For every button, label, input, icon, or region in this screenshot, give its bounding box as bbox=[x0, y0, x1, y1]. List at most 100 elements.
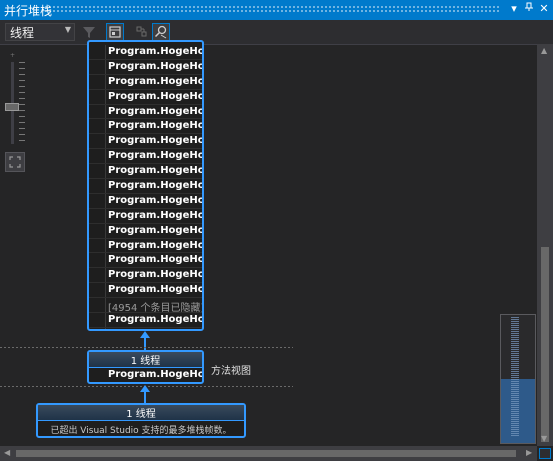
stack-frame-row[interactable]: Program.HogeHoge bbox=[89, 179, 202, 194]
stack-frame-row[interactable]: Program.HogeHoge bbox=[89, 119, 204, 135]
title-bar-grip[interactable] bbox=[44, 5, 501, 14]
arrow-up-icon bbox=[140, 331, 150, 338]
frame-row-gutter bbox=[89, 253, 106, 268]
frame-row-gutter bbox=[89, 104, 106, 119]
frame-row-gutter bbox=[89, 298, 106, 313]
dropdown-icon[interactable]: ▾ bbox=[507, 2, 521, 16]
frame-method-name: Program.HogeHoge bbox=[108, 194, 204, 206]
stack-frame-row[interactable]: Program.HogeHoge bbox=[89, 283, 204, 299]
frame-method-name: Program.HogeHoge bbox=[108, 209, 204, 221]
stack-frame-row[interactable]: Program.HogeHoge bbox=[89, 134, 204, 150]
zoom-slider-thumb[interactable] bbox=[5, 103, 19, 111]
frame-method-name: Program.HogeHoge bbox=[108, 60, 204, 72]
frame-row-gutter bbox=[89, 134, 106, 149]
frame-method-name: Program.HogeHoge bbox=[108, 90, 204, 102]
pin-icon[interactable] bbox=[522, 2, 536, 16]
stack-frame-row[interactable]: Program.HogeHoge bbox=[89, 149, 204, 165]
middle-frame-row[interactable]: Program.HogeHoge bbox=[89, 368, 204, 382]
frame-row-gutter bbox=[89, 149, 106, 164]
horizontal-scrollbar-thumb[interactable] bbox=[16, 450, 516, 457]
overview-frames bbox=[511, 317, 519, 437]
frame-row-gutter bbox=[89, 119, 106, 134]
stack-frame-row[interactable]: Program.HogeHoge bbox=[89, 59, 204, 75]
view-select[interactable]: 线程 ▼ bbox=[5, 23, 75, 41]
frame-row-gutter bbox=[89, 45, 106, 59]
birds-eye-toggle-icon[interactable] bbox=[539, 448, 551, 459]
max-frames-exceeded-note: 已超出 Visual Studio 支持的最多堆栈帧数。 bbox=[50, 426, 232, 436]
top-frame-rows: Program.HogeHoge Program.HogeHoge Program.… bbox=[89, 45, 204, 330]
stack-frame-row[interactable]: Program.HogeHoge bbox=[89, 164, 204, 180]
frame-row-gutter bbox=[89, 89, 106, 104]
method-view-icon[interactable] bbox=[106, 23, 124, 41]
hidden-frames-row[interactable]: [4954 个条目已隐藏] bbox=[89, 298, 204, 315]
chevron-down-icon: ▼ bbox=[64, 25, 71, 34]
frame-method-name: Program.HogeHoge bbox=[108, 75, 204, 87]
stack-frame-row[interactable]: Program.HogeHoge bbox=[89, 104, 204, 120]
zoom-find-icon[interactable] bbox=[152, 23, 170, 41]
frame-row-gutter bbox=[89, 313, 106, 327]
frame-method-name: Program.HogeHoge bbox=[108, 369, 204, 380]
bottom-stack-frame[interactable]: 1 线程 已超出 Visual Studio 支持的最多堆栈帧数。 bbox=[36, 403, 246, 438]
frame-method-name: Program.HogeHoge bbox=[108, 284, 204, 296]
scroll-left-icon[interactable]: ◀ bbox=[4, 448, 10, 457]
stack-frame-row[interactable]: Program.HogeHoge bbox=[89, 89, 204, 105]
frame-method-name: [4954 个条目已隐藏] bbox=[108, 303, 204, 315]
frame-method-name: Program.HogeHoge bbox=[108, 46, 204, 57]
frame-row-gutter bbox=[89, 193, 106, 208]
frame-method-name: Program.HogeHoge bbox=[108, 224, 204, 236]
window-title-bar: 并行堆栈 ▾ ✕ bbox=[0, 0, 553, 20]
stack-frame-row[interactable]: Program.HogeHoge bbox=[89, 193, 204, 209]
stack-frame-row[interactable]: Program.HogeHoge bbox=[89, 238, 204, 254]
frame-method-name: Program.HogeHoge bbox=[108, 165, 204, 177]
stack-frame-row[interactable]: Program.HogeHoge bbox=[89, 313, 202, 328]
zoom-slider-ticks bbox=[19, 62, 25, 144]
middle-stack-frame[interactable]: 1 线程 Program.HogeHoge bbox=[87, 350, 204, 384]
frame-row-gutter bbox=[89, 283, 106, 298]
frame-method-name: Program.HogeHoge bbox=[108, 239, 204, 251]
zoom-plus-mark: + bbox=[10, 52, 16, 59]
vertical-scrollbar[interactable]: ▲ ▼ bbox=[537, 44, 553, 446]
stack-frame-row[interactable]: Program.HogeHoge bbox=[89, 74, 204, 90]
connector-line-bottom bbox=[144, 391, 146, 403]
frame-row-gutter bbox=[89, 179, 106, 193]
scroll-down-icon[interactable]: ▼ bbox=[541, 434, 547, 443]
frame-method-name: Program.HogeHoge bbox=[108, 135, 204, 147]
auto-scroll-icon[interactable] bbox=[133, 23, 151, 41]
middle-frame-thread-count: 1 线程 bbox=[89, 352, 202, 368]
bottom-frame-thread-count: 1 线程 bbox=[38, 405, 244, 421]
frame-method-name: Program.HogeHoge bbox=[108, 329, 202, 330]
vertical-scrollbar-thumb[interactable] bbox=[541, 247, 549, 442]
frame-method-name: Program.HogeHoge bbox=[108, 254, 204, 266]
frame-row-gutter bbox=[89, 327, 106, 329]
frame-row-gutter bbox=[89, 223, 106, 238]
stack-frame-row[interactable]: Program.HogeHoge bbox=[89, 223, 204, 239]
view-select-value: 线程 bbox=[10, 26, 35, 40]
stack-frame-row[interactable]: Program.HogeHoge bbox=[89, 208, 204, 224]
frame-method-name: Program.HogeHoge bbox=[108, 314, 204, 326]
scroll-right-icon[interactable]: ▶ bbox=[526, 448, 532, 457]
method-view-label: 方法视图 bbox=[211, 366, 251, 377]
horizontal-scrollbar[interactable]: ◀ ▶ bbox=[0, 446, 537, 461]
frame-row-gutter bbox=[89, 208, 106, 223]
frame-method-name: Program.HogeHoge bbox=[108, 150, 204, 162]
arrow-up-icon bbox=[140, 385, 150, 392]
frame-row-gutter bbox=[89, 59, 106, 74]
frame-method-name: Program.HogeHoge bbox=[108, 180, 204, 192]
close-icon[interactable]: ✕ bbox=[537, 2, 551, 16]
frame-row-gutter bbox=[89, 164, 106, 179]
frame-method-name: Program.HogeHoge bbox=[108, 105, 204, 117]
scroll-up-icon[interactable]: ▲ bbox=[541, 46, 547, 55]
frame-row-gutter bbox=[89, 238, 106, 253]
zoom-to-fit-icon[interactable] bbox=[5, 152, 25, 172]
frame-method-name: Program.HogeHoge bbox=[108, 120, 204, 132]
stack-frame-row[interactable]: Program.HogeHoge bbox=[89, 268, 202, 284]
stack-frame-row[interactable]: Program.HogeHoge bbox=[89, 45, 202, 60]
frame-row-gutter bbox=[89, 268, 106, 283]
top-stack-frame[interactable]: Program.HogeHoge Program.HogeHoge Program.… bbox=[87, 40, 204, 331]
toolbar: 线程 ▼ bbox=[0, 20, 553, 45]
frame-group-separator bbox=[0, 347, 293, 348]
birds-eye-view[interactable] bbox=[500, 314, 536, 444]
filter-icon[interactable] bbox=[80, 23, 98, 41]
frame-row-gutter bbox=[89, 74, 106, 89]
stack-frame-row[interactable]: Program.HogeHoge bbox=[89, 253, 204, 269]
